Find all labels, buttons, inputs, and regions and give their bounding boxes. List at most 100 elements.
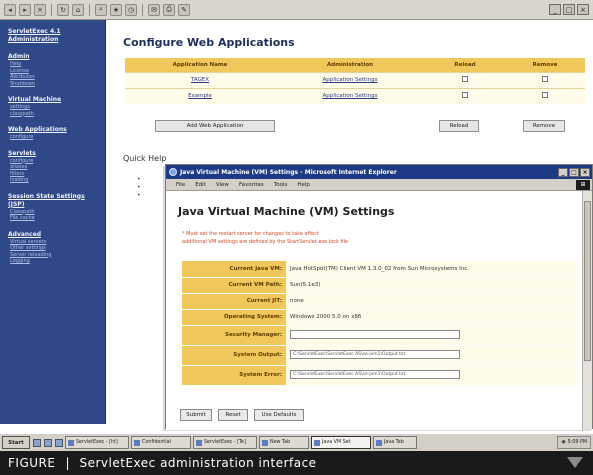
security-manager-input[interactable] bbox=[290, 329, 460, 339]
menu-help[interactable]: Help bbox=[297, 182, 310, 188]
nav-link[interactable]: classpath bbox=[8, 111, 99, 118]
property-label: Current Java VM: bbox=[182, 261, 286, 278]
nav-link[interactable]: Shutdown bbox=[8, 81, 99, 88]
admin-cell: Application Settings bbox=[275, 87, 425, 104]
remove-checkbox[interactable] bbox=[542, 76, 548, 82]
search-icon[interactable]: ⌕ bbox=[95, 3, 107, 16]
nav-heading[interactable]: Servlets bbox=[8, 150, 99, 158]
nav-link[interactable]: File cache bbox=[8, 215, 99, 222]
nav-heading[interactable]: Web Applications bbox=[8, 126, 99, 134]
remove-button[interactable]: Remove bbox=[523, 120, 565, 132]
property-label: System Error: bbox=[182, 365, 286, 386]
menu-favorites[interactable]: Favorites bbox=[239, 182, 264, 188]
minimize-icon[interactable]: _ bbox=[558, 167, 568, 177]
help-bullet: • bbox=[137, 184, 141, 191]
nav-heading[interactable]: Session State Settings (JSP) bbox=[8, 193, 99, 209]
taskbar-item-active[interactable]: Java VM Set bbox=[311, 436, 371, 449]
reload-checkbox[interactable] bbox=[462, 92, 468, 99]
menu-view[interactable]: View bbox=[216, 182, 229, 188]
refresh-icon[interactable]: ↻ bbox=[57, 3, 69, 16]
close-icon[interactable]: × bbox=[577, 4, 589, 15]
system-error-input[interactable]: C:\ServletExec\ServletExec AS\se-jvm1\Ou… bbox=[290, 369, 460, 379]
nav-link[interactable]: loading bbox=[8, 177, 99, 184]
popup-scrollbar[interactable] bbox=[582, 191, 592, 430]
back-icon[interactable]: ◂ bbox=[4, 3, 16, 16]
home-icon[interactable]: ⌂ bbox=[72, 3, 84, 16]
close-icon[interactable]: × bbox=[580, 167, 590, 177]
taskbar-item[interactable]: New Tab bbox=[259, 436, 309, 449]
property-value: C:\ServletExec\ServletExec AS\se-jvm1\Ou… bbox=[286, 345, 578, 366]
menu-file[interactable]: File bbox=[176, 182, 185, 188]
submit-button[interactable]: Submit bbox=[180, 409, 212, 421]
minimize-icon[interactable]: _ bbox=[549, 4, 561, 15]
favorites-icon[interactable]: ★ bbox=[110, 3, 122, 16]
table-row: Example Application Settings bbox=[125, 87, 585, 104]
property-value: Windows 2000 5.0 on x86 bbox=[286, 309, 578, 326]
column-header: Application Name bbox=[125, 58, 275, 72]
taskbar-item[interactable]: ServletExec - [Te] bbox=[193, 436, 257, 449]
maximize-icon[interactable]: □ bbox=[563, 4, 575, 15]
scrollbar-thumb[interactable] bbox=[584, 201, 591, 361]
system-tray: ◉ 5:09 PM bbox=[557, 436, 591, 449]
jvm-settings-window: Java Virtual Machine (VM) Settings - Mic… bbox=[165, 164, 593, 430]
nav-group-vm: Virtual Machine settings classpath bbox=[8, 96, 99, 117]
property-row: System Error: C:\ServletExec\ServletExec… bbox=[182, 365, 578, 386]
reset-button[interactable]: Reset bbox=[218, 409, 248, 421]
nav-group-product: ServletExec 4.1 Administration bbox=[8, 28, 99, 44]
window-controls: _ □ × bbox=[549, 4, 589, 15]
quick-launch-icon[interactable] bbox=[44, 438, 52, 447]
remove-checkbox[interactable] bbox=[542, 92, 548, 99]
popup-title-bar[interactable]: Java Virtual Machine (VM) Settings - Mic… bbox=[166, 165, 592, 179]
taskbar-item[interactable]: Confidential bbox=[131, 436, 191, 449]
maximize-icon[interactable]: □ bbox=[569, 167, 579, 177]
app-name-cell: TAGEX bbox=[125, 71, 275, 88]
reload-cell bbox=[425, 71, 505, 88]
reload-checkbox[interactable] bbox=[462, 76, 468, 82]
add-web-app-button[interactable]: Add Web Application bbox=[155, 120, 275, 132]
taskbar-item[interactable]: Java Tab bbox=[373, 436, 417, 449]
property-label: System Output: bbox=[182, 345, 286, 366]
nav-heading[interactable]: Admin bbox=[8, 53, 99, 61]
start-button[interactable]: Start bbox=[2, 436, 30, 449]
use-defaults-button[interactable]: Use Defaults bbox=[254, 409, 304, 421]
quick-launch-icon[interactable] bbox=[33, 438, 41, 447]
forward-icon[interactable]: ▸ bbox=[19, 3, 31, 16]
app-name-cell: Example bbox=[125, 87, 275, 104]
tray-icon[interactable]: ◉ bbox=[561, 440, 565, 445]
toolbar-separator bbox=[51, 3, 52, 16]
stop-icon[interactable]: × bbox=[34, 3, 46, 16]
nav-link[interactable]: configure bbox=[8, 134, 99, 141]
app-name-link[interactable]: TAGEX bbox=[191, 77, 209, 83]
app-name-link[interactable]: Example bbox=[188, 93, 212, 99]
popup-window-controls: _ □ × bbox=[558, 167, 592, 177]
property-row: Current JIT: none bbox=[182, 293, 578, 310]
menu-edit[interactable]: Edit bbox=[195, 182, 206, 188]
app-settings-link[interactable]: Application Settings bbox=[322, 93, 377, 99]
taskbar-item[interactable]: ServletExec - [ht] bbox=[65, 436, 129, 449]
nav-heading[interactable]: Advanced bbox=[8, 231, 99, 239]
print-icon[interactable]: ⎙ bbox=[163, 3, 175, 16]
reload-button[interactable]: Reload bbox=[439, 120, 479, 132]
property-label: Security Manager: bbox=[182, 325, 286, 346]
history-icon[interactable]: ◷ bbox=[125, 3, 137, 16]
mail-icon[interactable]: ✉ bbox=[148, 3, 160, 16]
property-row: Current VM Path: Sun(5.1e3) bbox=[182, 277, 578, 294]
nav-heading[interactable]: Virtual Machine bbox=[8, 96, 99, 104]
admin-sidebar: ServletExec 4.1 Administration Admin Hel… bbox=[0, 20, 106, 424]
help-bullet: • bbox=[137, 176, 141, 183]
quick-launch-icon[interactable] bbox=[55, 438, 63, 447]
system-output-input[interactable]: C:\ServletExec\ServletExec AS\se-jvm1\Ou… bbox=[290, 349, 460, 359]
reload-cell bbox=[425, 87, 505, 104]
caption-separator: | bbox=[65, 456, 70, 470]
app-settings-link[interactable]: Application Settings bbox=[322, 77, 377, 83]
remove-cell bbox=[505, 71, 585, 88]
nav-link[interactable]: Logging bbox=[8, 258, 99, 265]
figure-label: FIGURE bbox=[8, 456, 56, 470]
triangle-icon bbox=[567, 457, 583, 468]
quick-help-heading: Quick Help bbox=[123, 154, 167, 163]
nav-heading[interactable]: ServletExec 4.1 Administration bbox=[8, 28, 99, 44]
edit-icon[interactable]: ✎ bbox=[178, 3, 190, 16]
column-header: Administration bbox=[275, 58, 425, 72]
jvm-settings-heading: Java Virtual Machine (VM) Settings bbox=[178, 205, 395, 218]
menu-tools[interactable]: Tools bbox=[274, 182, 288, 188]
